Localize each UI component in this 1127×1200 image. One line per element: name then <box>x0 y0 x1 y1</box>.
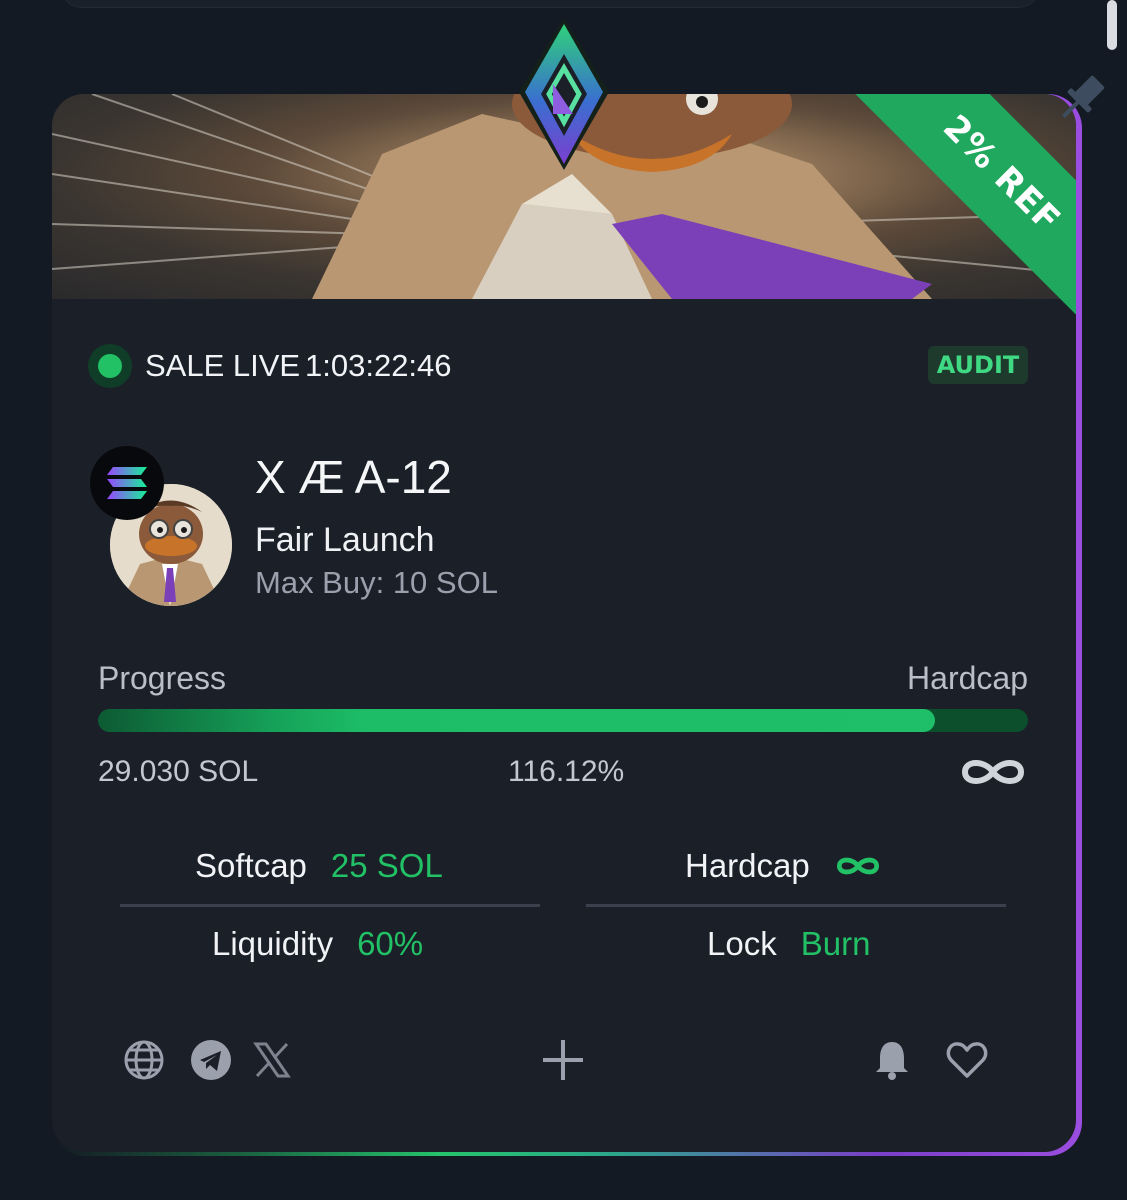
sale-status: SALE LIVE <box>145 348 301 383</box>
live-indicator-dot <box>88 344 132 388</box>
solana-icon <box>90 446 164 520</box>
lock-value: Burn <box>800 925 871 962</box>
liquidity-value: 60% <box>357 925 424 962</box>
launch-type: Fair Launch <box>255 521 435 559</box>
hardcap-stat-label: Hardcap <box>685 847 810 884</box>
countdown-timer: 1:03:22:46 <box>305 348 452 383</box>
token-name[interactable]: X Æ A-12 <box>255 450 452 504</box>
stat-divider-left <box>120 904 540 907</box>
lock-stat: Lock Burn <box>707 924 870 964</box>
bell-icon[interactable] <box>870 1038 914 1082</box>
liquidity-label: Liquidity <box>212 925 334 962</box>
hardcap-label: Hardcap <box>907 660 1028 696</box>
globe-icon[interactable] <box>122 1038 166 1082</box>
page: 2% REF SALE LIVE 1:03:22:46 AUDIT X Æ A-… <box>0 0 1127 1200</box>
progress-bar-fill <box>98 709 935 732</box>
progress-percent: 116.12% <box>508 755 625 788</box>
infinity-icon <box>961 760 1025 784</box>
progress-label: Progress <box>98 660 227 696</box>
max-buy: Max Buy: 10 SOL <box>255 565 498 600</box>
top-overlay <box>60 0 1040 8</box>
progress-bar <box>98 709 1028 732</box>
heart-icon[interactable] <box>945 1038 989 1082</box>
softcap-label: Softcap <box>195 847 307 884</box>
scrollbar[interactable] <box>1107 0 1117 50</box>
audit-badge[interactable]: AUDIT <box>928 346 1028 384</box>
presale-card[interactable]: 2% REF SALE LIVE 1:03:22:46 AUDIT X Æ A-… <box>52 94 1076 1152</box>
softcap-value: 25 SOL <box>330 847 443 884</box>
softcap-stat: Softcap 25 SOL <box>195 846 443 886</box>
lock-label: Lock <box>707 925 777 962</box>
plus-icon[interactable] <box>541 1038 585 1082</box>
brand-logo-icon <box>519 18 609 170</box>
pin-icon[interactable] <box>1052 70 1110 128</box>
stat-divider-right <box>586 904 1006 907</box>
x-icon[interactable] <box>250 1038 294 1082</box>
hardcap-stat: Hardcap <box>685 846 882 886</box>
telegram-icon[interactable] <box>189 1038 233 1082</box>
infinity-icon <box>836 857 879 875</box>
liquidity-stat: Liquidity 60% <box>212 924 423 964</box>
raised-amount: 29.030 SOL <box>98 755 259 788</box>
